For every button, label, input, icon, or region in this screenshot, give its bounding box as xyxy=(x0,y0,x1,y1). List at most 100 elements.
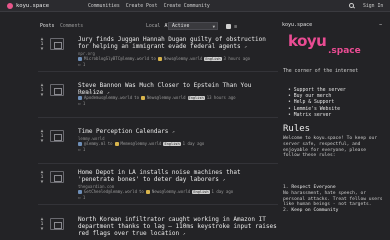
nav-links: Communities Create Post Create Community xyxy=(88,4,210,9)
post-time: 3 hours ago xyxy=(223,56,251,61)
top-navbar: koyu.space Communities Create Post Creat… xyxy=(0,0,390,12)
site-logo: koyu xyxy=(288,32,327,50)
post-title[interactable]: Jury finds Juggan Hannah Dugan guilty of… xyxy=(78,36,278,51)
sidebar-link[interactable]: Matrix server xyxy=(288,113,386,119)
downvote-icon[interactable]: ▼ xyxy=(38,227,46,232)
sort-select[interactable]: Active ▼ xyxy=(168,22,218,30)
post-time: 1 day ago xyxy=(182,141,205,146)
listing-toolbar: Posts Comments Local All Active ▼ ≡ xyxy=(0,22,280,31)
post-actions: ▭ 1 xyxy=(78,62,85,67)
post-thumbnail[interactable] xyxy=(50,38,64,50)
vote-widget: ▲ 1 ▼ xyxy=(38,217,46,232)
post-meta: @lemmy.ml to Memes@lemmy.world English 1… xyxy=(78,141,204,146)
post-title[interactable]: Home Depot in LA installs noise machines… xyxy=(78,169,278,184)
rules-list: 1. Respect Everyone No harassment, hate … xyxy=(283,185,383,214)
downvote-icon[interactable]: ▼ xyxy=(38,47,46,52)
comment-icon[interactable]: ▭ xyxy=(78,147,80,152)
post-community[interactable]: News@lemmy.world xyxy=(152,189,191,194)
rule-item: 1. Respect Everyone No harassment, hate … xyxy=(283,185,383,208)
downvote-icon[interactable]: ▼ xyxy=(38,93,46,98)
language-badge: English xyxy=(163,141,181,146)
collapse-icon[interactable]: − xyxy=(379,22,382,28)
post-actions: ▭ 1 xyxy=(78,147,85,152)
vote-widget: ▲ 1 ▼ xyxy=(38,170,46,185)
comment-count[interactable]: 1 xyxy=(83,101,85,106)
nav-create-post[interactable]: Create Post xyxy=(126,4,158,9)
post-actions: ▭ 1 xyxy=(78,195,85,200)
user-avatar xyxy=(78,95,82,100)
rules-intro: Welcome to koyu.space! To keep our serve… xyxy=(283,136,378,159)
post-author[interactable]: MicroblogSlyBTC@lemmy.world xyxy=(84,56,149,61)
post-time: 1 day ago xyxy=(211,189,234,194)
post-thumbnail[interactable] xyxy=(50,171,64,183)
post-author[interactable]: Apodemus@lemmy.world xyxy=(84,95,132,100)
post-title[interactable]: North Korean infiltrator caught working … xyxy=(78,216,278,239)
comment-icon[interactable]: ▭ xyxy=(78,101,80,106)
post-item: ▲ 1 ▼ Time Perception Calendars ↗ lemmy.… xyxy=(38,128,278,164)
post-author[interactable]: @lemmy.ml xyxy=(84,141,106,146)
search-icon[interactable] xyxy=(349,3,354,8)
tab-comments[interactable]: Comments xyxy=(60,24,83,29)
sidebar: koyu.space − koyu .space The corner of t… xyxy=(282,22,388,240)
chevron-down-icon: ▼ xyxy=(212,24,215,29)
site-logo-sub: .space xyxy=(328,46,361,56)
language-badge: English xyxy=(187,95,205,100)
vote-widget: ▲ 1 ▼ xyxy=(38,37,46,52)
brand-link[interactable]: koyu.space xyxy=(7,3,49,9)
sign-in-link[interactable]: Sign In xyxy=(363,4,383,9)
user-avatar xyxy=(78,189,82,194)
post-title[interactable]: Time Perception Calendars ↗ xyxy=(78,128,278,136)
rules-heading: Rules xyxy=(283,124,311,134)
user-avatar xyxy=(78,141,82,146)
vote-widget: ▲ 1 ▼ xyxy=(38,83,46,98)
language-badge: English xyxy=(204,56,222,61)
vote-widget: ▲ 1 ▼ xyxy=(38,129,46,144)
post-item: ▲ 1 ▼ Steve Bannon Was Much Closer to Ep… xyxy=(38,82,278,118)
post-community[interactable]: News@lemmy.world xyxy=(147,95,186,100)
post-time: 13 hours ago xyxy=(206,95,236,100)
comment-count[interactable]: 1 xyxy=(83,147,85,152)
post-community[interactable]: News@lemmy.world xyxy=(164,56,203,61)
menu-icon[interactable]: ≡ xyxy=(234,24,237,30)
community-avatar xyxy=(157,56,162,61)
comment-icon[interactable]: ▭ xyxy=(78,195,80,200)
post-author[interactable]: GetCheeled@lemmy.world xyxy=(84,189,137,194)
rss-icon[interactable] xyxy=(226,23,231,29)
user-avatar xyxy=(78,56,82,61)
language-badge: English xyxy=(192,189,210,194)
sort-value: Active xyxy=(172,24,190,29)
post-item: ▲ 1 ▼ North Korean infiltrator caught wo… xyxy=(38,216,278,240)
tab-posts[interactable]: Posts xyxy=(40,24,54,29)
nav-communities[interactable]: Communities xyxy=(88,4,120,9)
post-thumbnail[interactable] xyxy=(50,84,64,96)
community-avatar xyxy=(114,141,119,146)
nav-create-community[interactable]: Create Community xyxy=(164,4,210,9)
post-thumbnail[interactable] xyxy=(50,218,64,230)
sidebar-heading: koyu.space xyxy=(282,22,313,28)
post-meta: GetCheeled@lemmy.world to News@lemmy.wor… xyxy=(78,189,233,194)
rule-item: 2. Keep on Community xyxy=(283,208,339,214)
post-meta: MicroblogSlyBTC@lemmy.world to News@lemm… xyxy=(78,56,250,61)
comment-count[interactable]: 1 xyxy=(83,195,85,200)
koyu-logo-icon xyxy=(7,3,13,9)
comment-count[interactable]: 1 xyxy=(83,62,85,67)
post-meta: Apodemus@lemmy.world to News@lemmy.world… xyxy=(78,95,236,100)
external-link-icon[interactable]: ↗ xyxy=(172,130,175,135)
external-link-icon[interactable]: ↗ xyxy=(223,178,226,183)
downvote-icon[interactable]: ▼ xyxy=(38,180,46,185)
post-item: ▲ 1 ▼ Jury finds Juggan Hannah Dugan gui… xyxy=(38,36,278,72)
post-item: ▲ 1 ▼ Home Depot in LA installs noise ma… xyxy=(38,169,278,205)
downvote-icon[interactable]: ▼ xyxy=(38,139,46,144)
brand-name: koyu.space xyxy=(16,3,50,9)
community-avatar xyxy=(141,95,145,100)
listing-local[interactable]: Local xyxy=(146,24,160,29)
post-community[interactable]: Memes@lemmy.world xyxy=(121,141,162,146)
post-thumbnail[interactable] xyxy=(50,130,64,142)
external-link-icon[interactable]: ↗ xyxy=(244,45,247,50)
comment-icon[interactable]: ▭ xyxy=(78,62,80,67)
community-avatar xyxy=(145,189,150,194)
site-description: The corner of the internet xyxy=(283,69,359,74)
sidebar-links: Support the server Buy our merch Help & … xyxy=(288,88,386,119)
post-actions: ▭ 1 xyxy=(78,101,85,106)
external-link-icon[interactable]: ↗ xyxy=(183,232,186,237)
